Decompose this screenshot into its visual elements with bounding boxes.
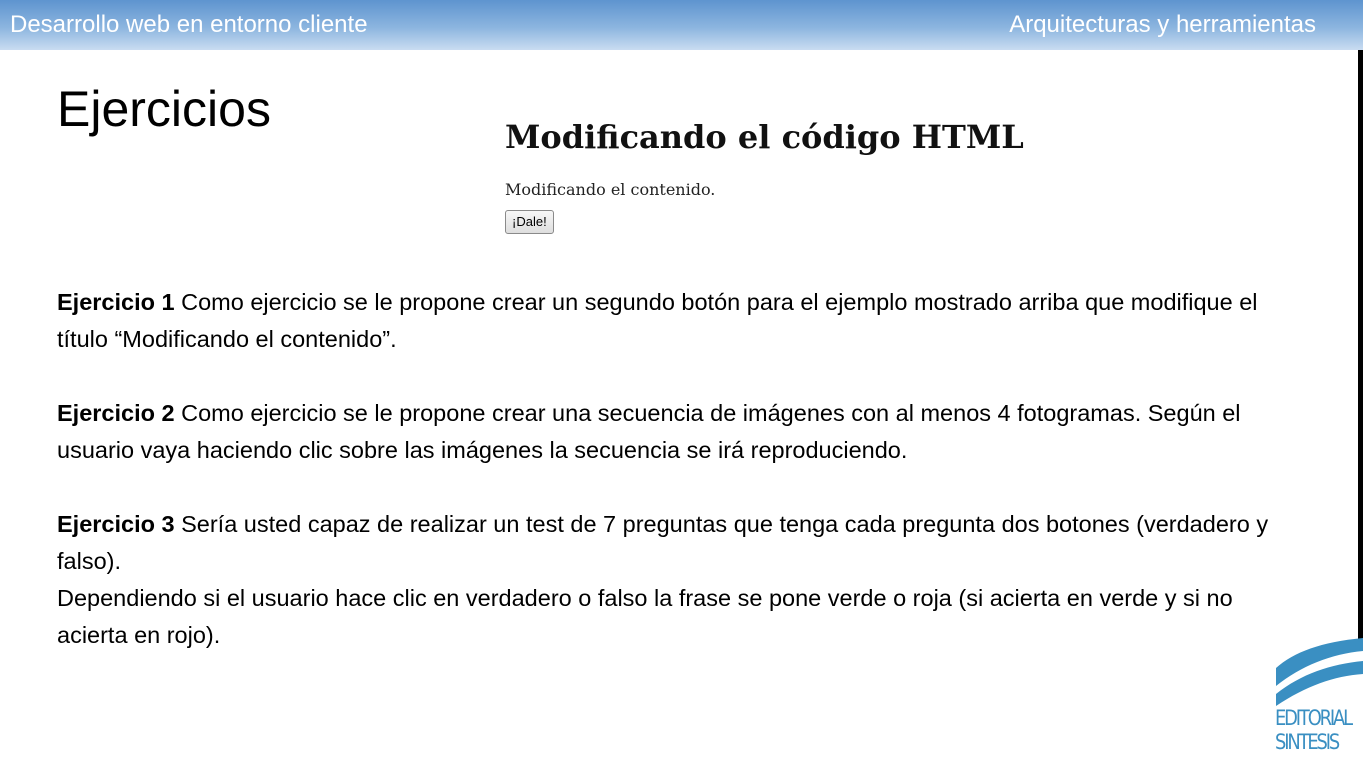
header-bar: Desarrollo web en entorno cliente Arquit… bbox=[0, 0, 1363, 50]
exercise-text: Dependiendo si el usuario hace clic en v… bbox=[57, 585, 1233, 648]
exercise-text: Como ejercicio se le propone crear un se… bbox=[57, 289, 1258, 352]
exercise-2: Ejercicio 2 Como ejercicio se le propone… bbox=[57, 395, 1297, 469]
logo-line-1: EDITORIAL bbox=[1275, 706, 1353, 730]
exercise-list: Ejercicio 1 Como ejercicio se le propone… bbox=[57, 284, 1297, 654]
section-title: Arquitecturas y herramientas bbox=[1009, 11, 1316, 38]
right-edge-rule bbox=[1358, 50, 1363, 640]
exercise-label: Ejercicio 2 bbox=[57, 400, 175, 426]
exercise-1: Ejercicio 1 Como ejercicio se le propone… bbox=[57, 284, 1297, 358]
slide-title: Ejercicios bbox=[57, 81, 271, 137]
course-title: Desarrollo web en entorno cliente bbox=[10, 11, 368, 38]
demo-paragraph: Modificando el contenido. bbox=[505, 180, 716, 199]
logo-line-2: SINTESIS bbox=[1275, 730, 1340, 754]
exercise-3: Ejercicio 3 Sería usted capaz de realiza… bbox=[57, 506, 1297, 654]
exercise-label: Ejercicio 3 bbox=[57, 511, 175, 537]
wave-logo-icon bbox=[1276, 638, 1363, 706]
exercise-paragraph: Ejercicio 2 Como ejercicio se le propone… bbox=[57, 395, 1297, 469]
demo-screenshot: Modificando el código HTML Modificando e… bbox=[505, 118, 1065, 234]
dale-button[interactable]: ¡Dale! bbox=[505, 210, 554, 234]
logo-wordmark: EDITORIAL SINTESIS bbox=[1275, 706, 1353, 754]
exercise-text: Sería usted capaz de realizar un test de… bbox=[57, 511, 1269, 574]
exercise-paragraph: Dependiendo si el usuario hace clic en v… bbox=[57, 580, 1297, 654]
exercise-text: Como ejercicio se le propone crear una s… bbox=[57, 400, 1241, 463]
exercise-paragraph: Ejercicio 3 Sería usted capaz de realiza… bbox=[57, 506, 1297, 580]
exercise-label: Ejercicio 1 bbox=[57, 289, 175, 315]
exercise-paragraph: Ejercicio 1 Como ejercicio se le propone… bbox=[57, 284, 1297, 358]
demo-heading: Modificando el código HTML bbox=[505, 118, 1024, 156]
editorial-sintesis-logo: EDITORIAL SINTESIS bbox=[1270, 636, 1363, 762]
